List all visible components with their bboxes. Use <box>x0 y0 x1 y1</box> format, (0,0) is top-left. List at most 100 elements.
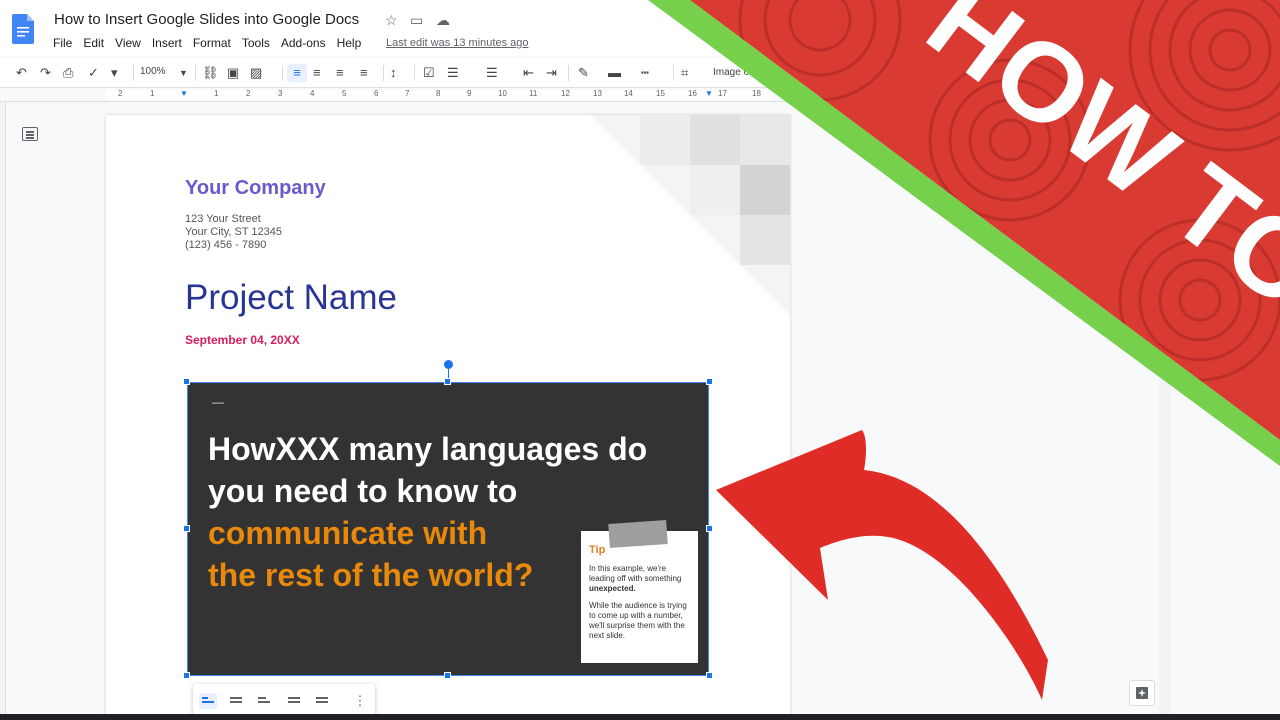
move-folder-icon[interactable]: ▭ <box>410 12 423 28</box>
resize-handle[interactable] <box>706 378 713 385</box>
link-icon[interactable]: ⛓ <box>202 64 219 82</box>
company-name: Your Company <box>185 177 326 199</box>
menu-file[interactable]: File <box>53 36 72 50</box>
border-color-icon[interactable]: ✎ <box>578 64 589 82</box>
ruler-label: 12 <box>561 89 570 98</box>
taskbar-strip <box>0 714 1280 720</box>
ruler-label: 10 <box>498 89 507 98</box>
border-weight-icon[interactable]: ▬ <box>608 64 621 82</box>
toolbar-divider <box>414 65 415 81</box>
ruler-label: 15 <box>656 89 665 98</box>
wrap-inline-icon[interactable] <box>199 693 217 709</box>
ruler-label: 18 <box>752 89 761 98</box>
address-line: Your City, ST 12345 <box>185 226 283 238</box>
project-date: September 04, 20XX <box>185 333 300 347</box>
resize-handle[interactable] <box>706 525 713 532</box>
phone-line: (123) 456 - 7890 <box>185 239 267 251</box>
decor-square <box>740 115 790 165</box>
toolbar-divider <box>195 65 196 81</box>
decor-square <box>740 215 790 265</box>
zoom-select[interactable]: 100% <box>140 66 166 77</box>
print-icon[interactable]: ⎙ <box>63 64 73 82</box>
decor-square <box>640 115 690 165</box>
menu-help[interactable]: Help <box>337 36 362 50</box>
explore-icon[interactable] <box>1129 680 1155 706</box>
toolbar-divider <box>673 65 674 81</box>
bulleted-list-icon[interactable]: ☰ <box>447 64 459 82</box>
border-dash-icon[interactable]: ┅ <box>641 64 649 82</box>
paint-format-icon[interactable]: ▾ <box>111 64 118 82</box>
left-indent-marker-icon[interactable]: ▼ <box>180 89 188 98</box>
resize-handle[interactable] <box>183 525 190 532</box>
ruler-label: 17 <box>718 89 727 98</box>
image-options-button[interactable]: Image o <box>713 67 749 78</box>
title-bar: How to Insert Google Slides into Google … <box>0 0 1280 56</box>
right-indent-marker-icon[interactable]: ▼ <box>705 89 713 98</box>
rotate-handle[interactable] <box>444 360 453 369</box>
inserted-slide-image[interactable]: — HowXXX many languages do you need to k… <box>187 382 709 676</box>
project-name: Project Name <box>185 278 398 317</box>
cloud-status-icon[interactable]: ☁ <box>436 12 450 28</box>
break-text-icon[interactable] <box>255 693 273 709</box>
undo-icon[interactable]: ↶ <box>16 64 27 82</box>
ruler[interactable]: 2 1 ▼ 1 2 3 4 5 6 7 8 9 10 11 12 13 14 1… <box>0 88 1280 102</box>
resize-handle[interactable] <box>706 672 713 679</box>
menu-insert[interactable]: Insert <box>152 36 182 50</box>
numbered-list-icon[interactable]: ☰ <box>486 64 498 82</box>
redo-icon[interactable]: ↷ <box>40 64 51 82</box>
checklist-icon[interactable]: ☑ <box>423 64 435 82</box>
increase-indent-icon[interactable]: ⇥ <box>546 64 557 82</box>
ruler-label: 5 <box>342 89 347 98</box>
ruler-label: 6 <box>374 89 379 98</box>
in-front-of-text-icon[interactable] <box>313 693 331 709</box>
spellcheck-icon[interactable]: ✓ <box>88 64 99 82</box>
ruler-label: 2 <box>246 89 251 98</box>
last-edit-link[interactable]: Last edit was 13 minutes ago <box>386 37 528 49</box>
wrap-text-icon[interactable] <box>227 693 245 709</box>
align-left-icon[interactable]: ≡ <box>287 64 307 82</box>
ruler-label: 3 <box>278 89 283 98</box>
menu-edit[interactable]: Edit <box>83 36 104 50</box>
resize-handle[interactable] <box>444 672 451 679</box>
docs-logo-icon[interactable] <box>12 14 34 44</box>
toolbar: ↶ ↷ ⎙ ✓ ▾ 100% ▼ ⛓ ▣ ▨ ≡ ≡ ≡ ≡ ↕ ☑ ☰ ☰ ⇤… <box>0 58 1280 88</box>
slide-dash: — <box>212 395 224 409</box>
slide-heading-highlight: the rest of the world? <box>208 557 534 593</box>
menu-view[interactable]: View <box>115 36 141 50</box>
align-center-icon[interactable]: ≡ <box>313 64 321 82</box>
decor-square <box>690 115 740 165</box>
toolbar-divider <box>568 65 569 81</box>
document-title[interactable]: How to Insert Google Slides into Google … <box>54 11 359 28</box>
resize-handle[interactable] <box>183 378 190 385</box>
align-justify-icon[interactable]: ≡ <box>360 64 368 82</box>
insert-image-icon[interactable]: ▨ <box>250 64 262 82</box>
resize-handle[interactable] <box>183 672 190 679</box>
resize-handle[interactable] <box>444 378 451 385</box>
decrease-indent-icon[interactable]: ⇤ <box>523 64 534 82</box>
toolbar-divider <box>133 65 134 81</box>
address-line: 123 Your Street <box>185 213 261 225</box>
ruler-label: 13 <box>593 89 602 98</box>
slide-heading-highlight: communicate with <box>208 515 488 551</box>
zoom-dropdown-icon[interactable]: ▼ <box>179 64 188 82</box>
toolbar-divider <box>383 65 384 81</box>
menu-tools[interactable]: Tools <box>242 36 270 50</box>
more-options-icon[interactable]: ⋮ <box>351 693 369 709</box>
menu-addons[interactable]: Add-ons <box>281 36 326 50</box>
behind-text-icon[interactable] <box>285 693 303 709</box>
comment-icon[interactable]: ▣ <box>227 64 239 82</box>
star-icon[interactable]: ☆ <box>385 12 398 28</box>
line-spacing-icon[interactable]: ↕ <box>390 64 397 82</box>
ruler-label: 14 <box>624 89 633 98</box>
tip-paragraph: In this example, we're leading off with … <box>589 564 682 593</box>
document-outline-icon[interactable] <box>22 127 38 141</box>
crop-icon[interactable]: ⌗ <box>681 64 688 82</box>
tape-decoration <box>608 520 668 548</box>
align-right-icon[interactable]: ≡ <box>336 64 344 82</box>
ruler-label: 11 <box>529 89 538 98</box>
ruler-label: 1 <box>214 89 219 98</box>
menu-format[interactable]: Format <box>193 36 231 50</box>
toolbar-divider <box>282 65 283 81</box>
vertical-scrollbar[interactable] <box>1159 102 1171 720</box>
vertical-ruler[interactable] <box>0 102 6 720</box>
